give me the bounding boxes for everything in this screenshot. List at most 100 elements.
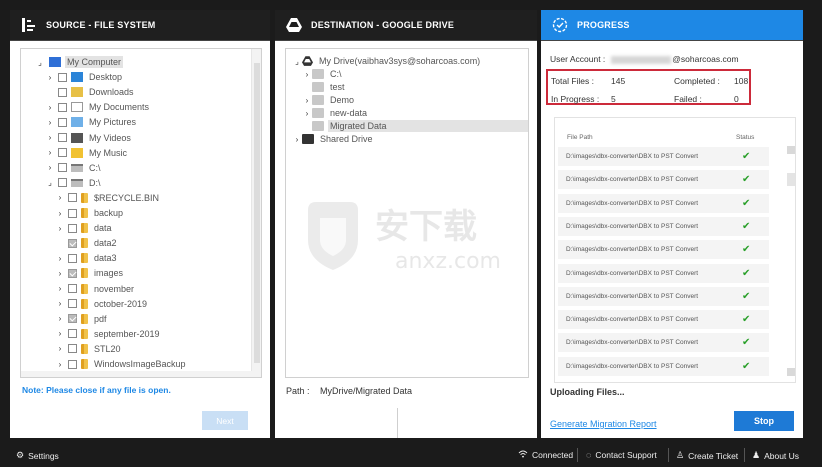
drive-tree-item[interactable]: Migrated Data <box>302 119 528 133</box>
tree-item[interactable]: › data3 <box>55 251 119 265</box>
checkbox[interactable] <box>68 223 77 233</box>
migration-stats-box: Total Files : 145 Completed : 108 In Pro… <box>546 69 751 105</box>
checkbox[interactable] <box>58 102 67 112</box>
tree-item[interactable]: › My Pictures <box>45 115 138 129</box>
checkbox[interactable] <box>68 359 77 369</box>
checkbox[interactable] <box>58 72 67 82</box>
generate-report-link[interactable]: Generate Migration Report <box>550 419 657 429</box>
expand-arrow-icon[interactable]: › <box>55 314 65 323</box>
contact-support-button[interactable]: ◌ Contact Support <box>586 450 657 460</box>
file-list-scrollbar[interactable] <box>787 146 795 376</box>
expand-arrow-icon[interactable]: › <box>302 70 312 79</box>
checkbox[interactable] <box>58 133 67 142</box>
expand-arrow-icon[interactable]: › <box>302 96 312 105</box>
tree-item[interactable]: › $RECYCLE.BIN <box>55 191 161 205</box>
expand-arrow-icon[interactable]: › <box>45 73 55 82</box>
expand-arrow-icon[interactable]: › <box>55 209 65 218</box>
drive-tree-item[interactable]: › C:\ <box>302 67 344 81</box>
scroll-up-button[interactable] <box>787 146 795 154</box>
drive-tree-item[interactable]: › Demo <box>302 93 356 107</box>
scroll-down-button[interactable] <box>787 368 795 376</box>
tree-item[interactable]: › images <box>55 266 125 280</box>
checkbox[interactable] <box>68 344 77 354</box>
expand-arrow-icon[interactable]: ⌟ <box>35 58 45 67</box>
checkbox[interactable] <box>68 329 77 339</box>
source-tree-scrollbar[interactable] <box>251 49 261 377</box>
folder-icon <box>81 359 88 369</box>
checkbox[interactable] <box>58 163 67 173</box>
tree-item[interactable]: › september-2019 <box>55 327 162 341</box>
tree-item[interactable]: › pdf <box>55 312 109 326</box>
expand-arrow-icon[interactable]: › <box>45 148 55 157</box>
checkbox[interactable] <box>68 208 77 218</box>
expand-arrow-icon[interactable]: ⌟ <box>45 178 55 187</box>
tree-item[interactable]: › C:\ <box>45 161 103 175</box>
expand-arrow-icon[interactable]: › <box>55 344 65 353</box>
checkbox[interactable] <box>58 117 67 127</box>
file-row[interactable]: D:\images\dbx-converter\DBX to PST Conve… <box>558 333 769 353</box>
destination-tree[interactable]: ⌟ My Drive(vaibhav3sys@soharcoas.com) › C:\… <box>285 48 529 378</box>
file-row[interactable]: D:\images\dbx-converter\DBX to PST Conve… <box>558 147 769 166</box>
tree-item[interactable]: › My Videos <box>45 131 133 145</box>
scroll-thumb[interactable] <box>787 173 795 186</box>
drive-tree-item[interactable]: › Shared Drive <box>292 132 375 146</box>
expand-arrow-icon[interactable]: › <box>55 254 65 263</box>
checkbox[interactable] <box>68 193 77 203</box>
file-row[interactable]: D:\images\dbx-converter\DBX to PST Conve… <box>558 356 769 376</box>
tree-item[interactable]: › My Music <box>45 146 129 160</box>
expand-arrow-icon[interactable]: › <box>55 193 65 202</box>
expand-arrow-icon[interactable]: › <box>55 299 65 308</box>
drive-tree-item[interactable]: › new-data <box>302 106 369 120</box>
file-row[interactable]: D:\images\dbx-converter\DBX to PST Conve… <box>558 240 769 260</box>
file-row[interactable]: D:\images\dbx-converter\DBX to PST Conve… <box>558 170 769 190</box>
tree-item[interactable]: ⌟ D:\ <box>45 176 103 190</box>
expand-arrow-icon[interactable]: › <box>45 163 55 172</box>
tree-item[interactable]: › october-2019 <box>55 297 149 311</box>
checkbox[interactable] <box>68 253 77 263</box>
tree-item[interactable]: Downloads <box>45 85 136 99</box>
tree-item[interactable]: › data <box>55 221 114 235</box>
tree-item[interactable]: › WindowsImageBackup <box>55 357 188 371</box>
file-status-list[interactable]: File Path Status D:\images\dbx-converter… <box>554 117 796 383</box>
expand-arrow-icon[interactable]: › <box>55 224 65 233</box>
checkbox[interactable] <box>58 87 67 97</box>
expand-arrow-icon[interactable]: › <box>302 109 312 118</box>
file-row[interactable]: D:\images\dbx-converter\DBX to PST Conve… <box>558 216 769 236</box>
tree-item[interactable]: › STL20 <box>55 342 123 356</box>
expand-arrow-icon[interactable]: › <box>292 135 302 144</box>
expand-arrow-icon[interactable]: ⌟ <box>292 57 302 66</box>
expand-arrow-icon[interactable]: › <box>45 133 55 142</box>
tree-item[interactable]: › november <box>55 282 136 296</box>
source-tree[interactable]: ⌟ My Computer › Desktop Downloads › My Documen… <box>20 48 262 378</box>
drive-tree-item[interactable]: ⌟ My Drive(vaibhav3sys@soharcoas.com) <box>292 54 482 68</box>
tree-item[interactable]: data2 <box>55 236 119 250</box>
tree-item[interactable]: › backup <box>55 206 125 220</box>
expand-arrow-icon[interactable]: › <box>55 360 65 369</box>
file-row[interactable]: D:\images\dbx-converter\DBX to PST Conve… <box>558 286 769 306</box>
expand-arrow-icon[interactable]: › <box>55 284 65 293</box>
checkbox[interactable] <box>68 284 77 293</box>
expand-arrow-icon[interactable]: › <box>55 329 65 338</box>
checkbox[interactable] <box>58 178 67 188</box>
tree-item[interactable]: › Desktop <box>45 70 124 84</box>
file-row[interactable]: D:\images\dbx-converter\DBX to PST Conve… <box>558 263 769 283</box>
next-button[interactable]: Next <box>202 411 248 430</box>
tree-item[interactable]: › My Documents <box>45 100 151 114</box>
file-row[interactable]: D:\images\dbx-converter\DBX to PST Conve… <box>558 310 769 330</box>
expand-arrow-icon[interactable]: › <box>45 103 55 112</box>
checkbox[interactable] <box>68 299 77 309</box>
expand-arrow-icon[interactable]: › <box>45 118 55 127</box>
file-row[interactable]: D:\images\dbx-converter\DBX to PST Conve… <box>558 193 769 213</box>
about-us-button[interactable]: ♟ About Us <box>752 450 799 461</box>
source-tree-hscrollbar[interactable] <box>21 371 261 377</box>
checkbox[interactable] <box>68 268 77 278</box>
drive-tree-item[interactable]: test <box>302 80 347 94</box>
checkbox[interactable] <box>58 148 67 158</box>
settings-button[interactable]: ⚙ Settings <box>16 450 59 461</box>
tree-item[interactable]: ⌟ My Computer <box>35 55 124 69</box>
checkbox[interactable] <box>68 238 77 248</box>
expand-arrow-icon[interactable]: › <box>55 269 65 278</box>
create-ticket-button[interactable]: ♙ Create Ticket <box>676 450 738 461</box>
stop-button[interactable]: Stop <box>734 411 794 431</box>
checkbox[interactable] <box>68 314 77 324</box>
